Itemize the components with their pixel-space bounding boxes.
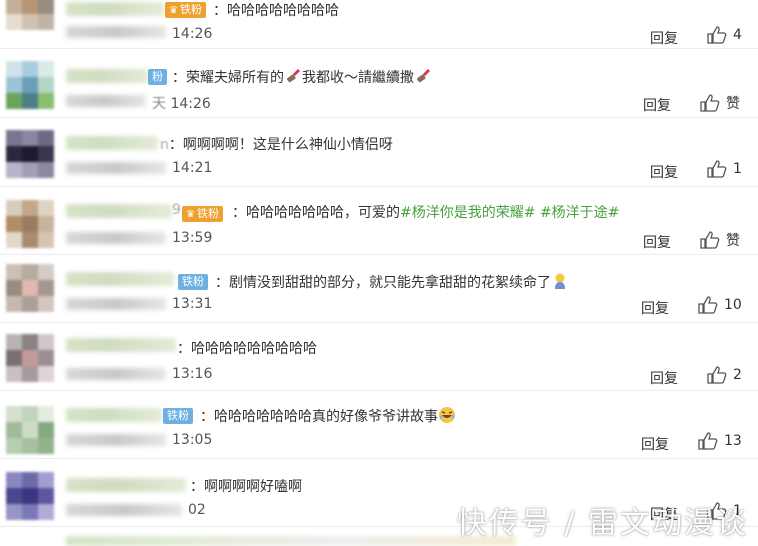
thumbs-up-icon	[707, 366, 727, 384]
comment-text-part: ：剧情没到甜甜的部分，就只能先拿甜甜的花絮续命了	[215, 275, 551, 291]
fan-badge: 铁粉	[182, 206, 223, 222]
comment-time: 天 14:26	[152, 93, 211, 113]
comment-text: ：剧情没到甜甜的部分，就只能先拿甜甜的花絮续命了	[215, 272, 569, 292]
hashtag-link[interactable]: #杨洋你是我的荣耀#	[400, 205, 535, 221]
next-row-partial	[66, 536, 516, 546]
reply-button[interactable]: 回复	[643, 95, 671, 115]
like-button[interactable]: 赞	[700, 93, 740, 113]
avatar[interactable]	[6, 200, 54, 248]
name-tail: 9	[172, 202, 181, 218]
username-blurred[interactable]	[66, 136, 158, 150]
like-button[interactable]: 13	[698, 432, 742, 450]
username-blurred[interactable]	[66, 2, 164, 16]
comment-time: 13:59	[172, 230, 213, 246]
reply-button[interactable]: 回复	[643, 232, 671, 252]
comment-time: 13:05	[172, 432, 213, 448]
date-blurred	[66, 232, 166, 244]
like-count: 4	[733, 27, 742, 43]
time-value: 14:26	[170, 96, 211, 112]
fan-badge: 铁粉	[163, 408, 193, 424]
avatar[interactable]	[6, 130, 54, 178]
comment-time: 02	[188, 502, 206, 518]
thumbs-up-icon	[700, 94, 720, 112]
thumbs-up-icon	[700, 231, 720, 249]
comment-text-part: 我都收～請繼續撒	[302, 70, 414, 86]
thumbs-up-icon	[707, 26, 727, 44]
comment-text: ：啊啊啊啊好嗑啊	[190, 479, 302, 495]
comment-time: 14:26	[172, 26, 213, 42]
like-button[interactable]: 2	[707, 366, 742, 384]
thumbs-up-icon	[698, 296, 718, 314]
fan-badge: 铁粉	[178, 274, 208, 290]
comment-text: n：啊啊啊啊！这是什么神仙小情侣呀	[160, 134, 393, 154]
like-count: 10	[724, 297, 742, 313]
avatar[interactable]	[6, 334, 54, 382]
reply-button[interactable]: 回复	[650, 368, 678, 388]
username-blurred[interactable]	[66, 338, 176, 352]
comment-text-part: ：哈哈哈哈哈哈哈，可爱的	[232, 205, 400, 221]
username-blurred[interactable]	[66, 272, 174, 286]
date-blurred	[66, 368, 166, 380]
thumbs-up-icon	[707, 160, 727, 178]
like-count: 1	[733, 161, 742, 177]
username-blurred[interactable]	[66, 408, 162, 422]
date-blurred	[66, 95, 146, 107]
username-blurred[interactable]	[66, 69, 148, 83]
name-tail: n	[160, 137, 169, 153]
laughing-emoji-icon	[439, 407, 455, 423]
reply-button[interactable]: 回复	[650, 162, 678, 182]
reply-button[interactable]: 回复	[641, 434, 669, 454]
comment-text-part: ：哈哈哈哈哈哈哈真的好像爷爷讲故事	[200, 409, 438, 425]
lipstick-emoji-icon	[286, 69, 300, 83]
comment-row: 铁粉 ：哈哈哈哈哈哈哈哈 14:26 回复 4	[0, 0, 758, 49]
username-blurred[interactable]	[66, 478, 186, 492]
comment-text: ：哈哈哈哈哈哈哈真的好像爷爷讲故事	[200, 406, 456, 426]
like-button[interactable]: 4	[707, 26, 742, 44]
date-blurred	[66, 504, 182, 516]
comment-row: 铁粉 ：剧情没到甜甜的部分，就只能先拿甜甜的花絮续命了 13:31 回复 10	[0, 254, 758, 323]
watermark: 快传号 / 雷文动漫谈	[456, 506, 748, 541]
fan-badge: 粉	[148, 69, 167, 85]
date-blurred	[66, 434, 166, 446]
comment-time: 13:31	[172, 296, 213, 312]
praying-emoji-icon	[555, 273, 565, 289]
comment-row: ：哈哈哈哈哈哈哈哈哈 13:16 回复 2	[0, 322, 758, 391]
comment-time: 14:21	[172, 160, 213, 176]
comment-text-part: ：荣耀夫婦所有的	[172, 70, 284, 86]
reply-button[interactable]: 回复	[650, 28, 678, 48]
comment-row: n：啊啊啊啊！这是什么神仙小情侣呀 14:21 回复 1	[0, 118, 758, 187]
comment-text: ：哈哈哈哈哈哈哈哈哈	[177, 341, 317, 357]
hashtag-link[interactable]: #杨洋于途#	[540, 205, 619, 221]
date-blurred	[66, 26, 166, 38]
thumbs-up-icon	[698, 432, 718, 450]
comment-text-part: ：啊啊啊啊！这是什么神仙小情侣呀	[168, 137, 393, 153]
avatar[interactable]	[6, 406, 54, 454]
like-count: 赞	[726, 233, 740, 249]
like-button[interactable]: 赞	[700, 230, 740, 250]
avatar[interactable]	[6, 264, 54, 312]
lipstick-emoji-icon	[416, 69, 430, 83]
like-count: 13	[724, 433, 742, 449]
like-button[interactable]: 10	[698, 296, 742, 314]
comment-text: ：哈哈哈哈哈哈哈，可爱的#杨洋你是我的荣耀# #杨洋于途#	[232, 202, 619, 222]
comment-time: 13:16	[172, 366, 213, 382]
date-blurred	[66, 298, 166, 310]
avatar[interactable]	[6, 61, 54, 109]
comment-text: ：荣耀夫婦所有的 我都收～請繼續撒	[172, 67, 432, 87]
comment-row: 粉 ：荣耀夫婦所有的 我都收～請繼續撒 天 14:26 回复 赞	[0, 49, 758, 118]
username-blurred[interactable]	[66, 204, 172, 218]
like-count: 赞	[726, 96, 740, 112]
fan-badge: 铁粉	[165, 2, 206, 18]
time-prefix: 天	[152, 96, 166, 112]
date-blurred	[66, 162, 166, 174]
comment-row: 铁粉 ：哈哈哈哈哈哈哈真的好像爷爷讲故事 13:05 回复 13	[0, 390, 758, 459]
reply-button[interactable]: 回复	[641, 298, 669, 318]
comment-text: ：哈哈哈哈哈哈哈哈	[213, 3, 339, 19]
avatar[interactable]	[6, 0, 54, 30]
like-button[interactable]: 1	[707, 160, 742, 178]
like-count: 2	[733, 367, 742, 383]
comment-row: 9 铁粉 ：哈哈哈哈哈哈哈，可爱的#杨洋你是我的荣耀# #杨洋于途# 13:59…	[0, 186, 758, 255]
avatar[interactable]	[6, 472, 54, 520]
